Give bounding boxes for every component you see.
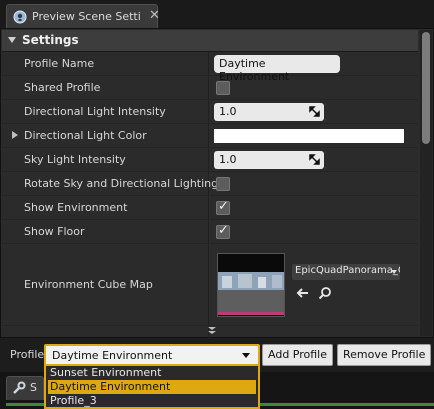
directional-light-intensity-value: 1.0: [219, 105, 237, 118]
drag-resize-icon: [309, 106, 320, 117]
tab-title: Preview Scene Setti: [32, 10, 141, 23]
use-selected-arrow-icon[interactable]: [296, 286, 310, 300]
remove-profile-button[interactable]: Remove Profile: [337, 344, 432, 366]
settings-section-header[interactable]: Settings: [2, 30, 418, 52]
checkmark-icon: ✓: [218, 223, 229, 238]
show-environment-label: Show Environment: [24, 201, 128, 214]
scrollbar-thumb[interactable]: [422, 32, 430, 144]
tab-strip: Preview Scene Setti ✕: [0, 0, 434, 28]
chevron-down-icon: [391, 270, 397, 274]
environment-cube-map-label: Environment Cube Map: [24, 278, 153, 291]
add-profile-button[interactable]: Add Profile: [262, 344, 333, 366]
row-show-floor: Show Floor ✓: [2, 220, 418, 244]
rotate-sky-label: Rotate Sky and Directional Lighting: [24, 177, 219, 190]
wrench-icon: [12, 381, 26, 395]
directional-light-intensity-spinbox[interactable]: 1.0: [214, 103, 324, 121]
shared-profile-checkbox[interactable]: [216, 81, 230, 95]
collapse-arrow-icon[interactable]: [8, 37, 16, 43]
sky-light-intensity-label: Sky Light Intensity: [24, 153, 126, 166]
checkmark-icon: ✓: [218, 199, 229, 214]
profile-label: Profile: [10, 348, 45, 361]
directional-light-color-label: Directional Light Color: [24, 129, 147, 142]
row-profile-name: Profile Name Daytime Environment: [2, 52, 418, 83]
dropdown-item-daytime[interactable]: Daytime Environment: [48, 380, 256, 394]
vertical-scrollbar[interactable]: [420, 30, 432, 336]
rotate-sky-checkbox[interactable]: [216, 177, 230, 191]
show-floor-label: Show Floor: [24, 225, 85, 238]
show-floor-checkbox[interactable]: ✓: [216, 223, 230, 239]
cube-map-thumbnail[interactable]: [217, 253, 285, 317]
row-directional-light-intensity: Directional Light Intensity 1.0: [2, 100, 418, 124]
details-panel: Settings Profile Name Daytime Environmen…: [0, 28, 434, 349]
drag-resize-icon: [309, 154, 320, 165]
tab-secondary-title: S: [30, 381, 37, 394]
profile-name-input[interactable]: Daytime Environment: [214, 55, 340, 83]
shared-profile-label: Shared Profile: [24, 81, 101, 94]
close-icon[interactable]: ✕: [149, 8, 160, 23]
cube-map-asset-name: EpicQuadPanorama_CC+EV1: [295, 265, 400, 276]
chevron-down-icon: [242, 353, 250, 358]
sky-light-intensity-spinbox[interactable]: 1.0: [214, 151, 324, 169]
row-directional-light-color: Directional Light Color: [2, 124, 418, 148]
directional-light-intensity-label: Directional Light Intensity: [24, 105, 166, 118]
show-environment-checkbox[interactable]: ✓: [216, 199, 230, 215]
profile-select-value: Daytime Environment: [52, 349, 173, 362]
tab-preview-scene-settings[interactable]: Preview Scene Setti ✕: [6, 4, 160, 28]
dropdown-item-sunset[interactable]: Sunset Environment: [48, 366, 256, 380]
profile-dropdown-list[interactable]: Sunset Environment Daytime Environment P…: [44, 364, 260, 409]
more-content-arrows-icon: [206, 326, 218, 336]
profile-select[interactable]: Daytime Environment: [44, 344, 260, 366]
directional-light-color-swatch[interactable]: [214, 129, 404, 143]
profile-name-label: Profile Name: [24, 57, 95, 70]
dropdown-item-profile-3[interactable]: Profile_3: [48, 394, 256, 408]
tab-secondary[interactable]: S: [6, 376, 44, 400]
row-environment-cube-map: Environment Cube Map EpicQuadPanorama_CC…: [2, 248, 418, 326]
row-shared-profile: Shared Profile: [2, 76, 418, 100]
expand-arrow-icon[interactable]: [12, 131, 18, 139]
preview-scene-icon: [13, 10, 27, 24]
row-rotate-sky: Rotate Sky and Directional Lighting: [2, 172, 418, 196]
cube-map-asset-combo[interactable]: EpicQuadPanorama_CC+EV1: [292, 264, 400, 280]
section-title: Settings: [22, 33, 79, 47]
sky-light-intensity-value: 1.0: [219, 153, 237, 166]
row-show-environment: Show Environment ✓: [2, 196, 418, 220]
row-sky-light-intensity: Sky Light Intensity 1.0: [2, 148, 418, 172]
search-icon[interactable]: [318, 286, 332, 300]
